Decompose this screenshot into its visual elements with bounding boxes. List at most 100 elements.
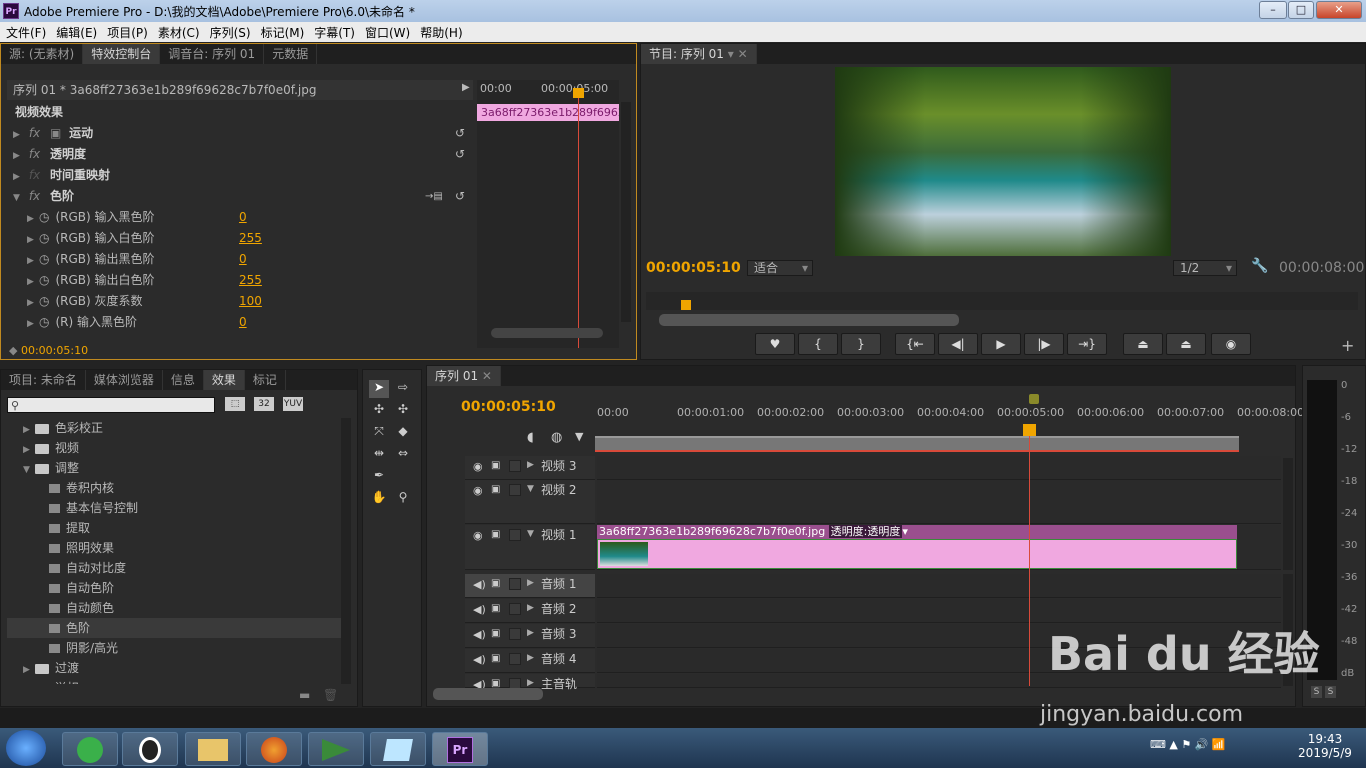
expand-icon[interactable]: ▶ <box>13 167 25 188</box>
playhead-marker[interactable] <box>573 88 584 98</box>
effect-timecode[interactable]: 00:00:05:10 <box>21 344 88 357</box>
track-select-tool-icon[interactable]: ⇨ <box>393 380 413 398</box>
reset-icon[interactable]: ↺ <box>455 144 465 165</box>
track-header[interactable]: ◉ ▣ ▼ 视频 1 <box>465 525 595 570</box>
expand-icon[interactable]: ▶ <box>23 680 35 684</box>
timeline-playhead[interactable] <box>1023 424 1036 436</box>
tree-folder[interactable]: ▼ 调整 <box>7 458 341 478</box>
collapse-icon[interactable]: ▼ <box>527 484 534 494</box>
param-value[interactable]: 0 <box>239 249 247 270</box>
expand-icon[interactable]: ▶ <box>27 293 39 314</box>
param-row[interactable]: ▶ ◷ (R) 输入黑色阶 0 <box>27 312 467 333</box>
minimize-button[interactable]: – <box>1259 1 1287 19</box>
sync-lock-icon[interactable]: ▣ <box>491 628 500 639</box>
effect-row-levels[interactable]: ▼ fx 色阶 →▤ ↺ <box>13 186 473 207</box>
speaker-icon[interactable]: ◀) <box>473 578 486 591</box>
stopwatch-icon[interactable]: ◷ <box>39 294 49 308</box>
stopwatch-icon[interactable]: ◷ <box>39 252 49 266</box>
settings-icon[interactable]: →▤ <box>425 186 443 207</box>
track-header[interactable]: ◀) ▣ ▶ 音频 4 <box>465 649 595 673</box>
param-value[interactable]: 0 <box>239 207 247 228</box>
clip-header[interactable]: 3a68ff27363e1b289f69628c7b7f0e0f.jpg 透明度… <box>597 525 1237 539</box>
reset-icon[interactable]: ↺ <box>455 186 465 207</box>
track-lock-toggle[interactable] <box>509 628 521 640</box>
lift-button[interactable]: ⏏ <box>1123 333 1163 355</box>
param-row[interactable]: ▶ ◷ (RGB) 灰度系数 100 <box>27 291 467 312</box>
tab-metadata[interactable]: 元数据 <box>264 44 318 64</box>
param-value[interactable]: 255 <box>239 270 262 291</box>
track-lock-toggle[interactable] <box>509 653 521 665</box>
maximize-button[interactable]: □ <box>1288 1 1314 19</box>
taskbar-app-notes[interactable] <box>370 732 426 766</box>
accelerated-effects-icon[interactable]: ⬚ <box>225 397 245 411</box>
param-row[interactable]: ▶ ◷ (RGB) 输出黑色阶 0 <box>27 249 467 270</box>
sync-lock-icon[interactable]: ▣ <box>491 603 500 614</box>
tree-folder[interactable]: ▶ 过渡 <box>7 658 341 678</box>
eye-icon[interactable]: ◉ <box>473 529 483 542</box>
tree-effect[interactable]: 提取 <box>7 518 341 538</box>
rate-stretch-tool-icon[interactable]: ⤧ <box>369 424 389 442</box>
add-marker-button[interactable]: ♥ <box>755 333 795 355</box>
step-back-button[interactable]: ◀| <box>938 333 978 355</box>
sync-lock-icon[interactable]: ▣ <box>491 484 500 495</box>
param-row[interactable]: ▶ ◷ (RGB) 输入黑色阶 0 <box>27 207 467 228</box>
clock[interactable]: 19:43 2019/5/9 <box>1290 732 1360 760</box>
collapse-icon[interactable]: ▼ <box>23 460 35 480</box>
tree-effect[interactable]: 阴影/高光 <box>7 638 341 658</box>
taskbar-app-player[interactable] <box>308 732 364 766</box>
timeline-timecode[interactable]: 00:00:05:10 <box>461 399 556 415</box>
tree-effect[interactable]: 照明效果 <box>7 538 341 558</box>
tab-project[interactable]: 项目: 未命名 <box>1 370 86 390</box>
tree-effect[interactable]: 自动色阶 <box>7 578 341 598</box>
taskbar-app-premiere[interactable]: Pr <box>432 732 488 766</box>
track-header[interactable]: ◀) ▣ ▶ 主音轨 <box>465 674 595 691</box>
track-lock-toggle[interactable] <box>509 484 521 496</box>
solo-left-button[interactable]: S <box>1311 686 1322 698</box>
reset-icon[interactable]: ↺ <box>455 123 465 144</box>
timeline-playhead-line[interactable] <box>1029 424 1030 686</box>
param-value[interactable]: 100 <box>239 291 262 312</box>
taskbar-app-firefox[interactable] <box>246 732 302 766</box>
playhead-line[interactable] <box>578 90 579 348</box>
tab-sequence[interactable]: 序列 01 ✕ <box>427 366 501 386</box>
pen-tool-icon[interactable]: ✒ <box>369 468 389 486</box>
clip-bar[interactable]: 3a68ff27363e1b289f69628c <box>477 104 619 121</box>
collapse-icon[interactable]: ▼ <box>13 188 25 209</box>
track-lock-toggle[interactable] <box>509 578 521 590</box>
program-timecode[interactable]: 00:00:05:10 <box>646 260 741 276</box>
expand-icon[interactable]: ▶ <box>27 230 39 251</box>
new-folder-icon[interactable]: ▬ <box>299 688 310 702</box>
menu-title[interactable]: 字幕(T) <box>314 24 355 41</box>
stopwatch-icon[interactable]: ◷ <box>39 231 49 245</box>
track-lock-toggle[interactable] <box>509 460 521 472</box>
timeline-zoom-bar[interactable] <box>433 688 543 700</box>
yuv-effects-icon[interactable]: YUV <box>283 397 303 411</box>
zoom-tool-icon[interactable]: ⚲ <box>393 490 413 508</box>
menu-sequence[interactable]: 序列(S) <box>210 24 251 41</box>
track-lane[interactable] <box>597 456 1281 480</box>
stopwatch-icon[interactable]: ◷ <box>39 210 49 224</box>
taskbar-app-refresh[interactable] <box>62 732 118 766</box>
scrollbar-vertical[interactable] <box>621 102 631 322</box>
tab-source[interactable]: 源: (无素材) <box>1 44 84 64</box>
stopwatch-icon[interactable]: ◷ <box>39 273 49 287</box>
sequence-marker-icon[interactable]: ◍ <box>551 430 562 445</box>
expand-icon[interactable]: ▶ <box>23 660 35 680</box>
slip-tool-icon[interactable]: ⇹ <box>369 446 389 464</box>
effect-row-opacity[interactable]: ▶ fx 透明度 ↺ <box>13 144 473 165</box>
param-value[interactable]: 255 <box>239 228 262 249</box>
tree-folder[interactable]: ▶ 溢帜 <box>7 678 341 684</box>
work-area-bar[interactable] <box>595 436 1239 450</box>
go-to-in-button[interactable]: {⇤ <box>895 333 935 355</box>
mark-in-button[interactable]: { <box>798 333 838 355</box>
tab-info[interactable]: 信息 <box>163 370 204 390</box>
taskbar-app-explorer[interactable] <box>185 732 241 766</box>
expand-icon[interactable]: ▶ <box>23 440 35 460</box>
clip-fx-dropdown[interactable]: 透明度:透明度 <box>828 525 903 538</box>
tab-program[interactable]: 节目: 序列 01 ▾ ✕ <box>641 44 757 64</box>
selection-tool-icon[interactable]: ➤ <box>369 380 389 398</box>
menu-edit[interactable]: 编辑(E) <box>56 24 97 41</box>
tree-effect[interactable]: 色阶 <box>7 618 341 638</box>
snap-icon[interactable]: ◖ <box>527 430 534 445</box>
track-header[interactable]: ◉ ▣ ▼ 视频 2 <box>465 480 595 524</box>
